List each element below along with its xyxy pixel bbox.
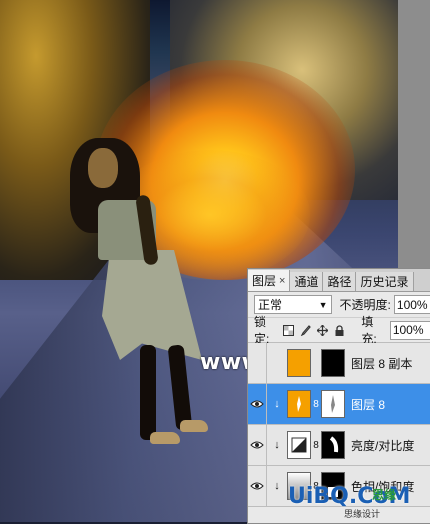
tab-channels[interactable]: 通道 <box>290 272 324 291</box>
fill-value: 100% <box>392 323 424 337</box>
layer-thumbnail <box>287 390 311 418</box>
site-logo-sub: 思缘设计 <box>344 510 381 520</box>
girl-shoe-right <box>180 420 208 432</box>
lock-icons <box>283 324 345 336</box>
lock-row: 锁定: 填充: 100% <box>248 315 430 346</box>
visibility-toggle[interactable] <box>248 343 267 383</box>
lock-transparent-icon[interactable] <box>283 324 295 336</box>
tab-layers-label: 图层 <box>252 274 277 288</box>
opacity-label: 不透明度: <box>339 298 391 312</box>
layer-row[interactable]: 图层 8 副本 <box>248 343 430 384</box>
opacity-input[interactable]: 100% <box>393 295 430 314</box>
adjustment-icon <box>287 431 311 459</box>
clip-arrow-icon: ↓ <box>274 480 280 492</box>
eye-icon[interactable] <box>248 466 267 506</box>
chevron-down-icon: ▼ <box>318 299 328 310</box>
eye-icon[interactable] <box>248 384 267 424</box>
blend-mode-value: 正常 <box>258 298 283 312</box>
girl-shoe-left <box>150 432 180 444</box>
clip-arrow-icon: ↓ <box>274 439 280 451</box>
site-logo-cn: 思缘 <box>372 488 397 502</box>
lock-brush-icon[interactable] <box>300 324 312 336</box>
tab-paths[interactable]: 路径 <box>323 272 357 291</box>
lock-label: 锁定: <box>254 315 270 346</box>
tab-history[interactable]: 历史记录 <box>356 272 414 291</box>
layer-name: 亮度/对比度 <box>351 438 415 453</box>
layer-name: 图层 8 副本 <box>351 356 413 371</box>
fill-label: 填充: <box>361 315 377 346</box>
girl-leg-left <box>140 345 156 440</box>
girl-face <box>88 148 118 188</box>
layer-thumbnail <box>287 349 311 377</box>
close-icon[interactable]: × <box>279 275 285 287</box>
tab-history-label: 历史记录 <box>360 275 409 289</box>
tab-channels-label: 通道 <box>294 275 319 289</box>
fill-input[interactable]: 100% <box>389 320 430 340</box>
eye-icon[interactable] <box>248 425 267 465</box>
layer-row[interactable]: ↓ 8 亮度/对比度 <box>248 425 430 466</box>
layer-row-selected[interactable]: ↓ 8 图层 8 <box>248 384 430 425</box>
layer-mask[interactable] <box>321 431 345 459</box>
link-icon: 8 <box>313 439 319 451</box>
layer-mask[interactable] <box>321 349 345 377</box>
panel-tabs: 图层 × 通道 路径 历史记录 <box>248 269 430 292</box>
clip-arrow-icon: ↓ <box>274 398 280 410</box>
opacity-value: 100% <box>396 297 428 312</box>
layer-mask[interactable] <box>321 390 345 418</box>
lock-all-icon[interactable] <box>334 324 345 336</box>
lock-move-icon[interactable] <box>317 324 329 336</box>
tab-layers[interactable]: 图层 × <box>248 270 291 291</box>
link-icon: 8 <box>313 398 319 410</box>
blend-mode-select[interactable]: 正常 ▼ <box>254 295 332 314</box>
layer-name: 图层 8 <box>351 397 386 412</box>
tab-paths-label: 路径 <box>327 275 352 289</box>
